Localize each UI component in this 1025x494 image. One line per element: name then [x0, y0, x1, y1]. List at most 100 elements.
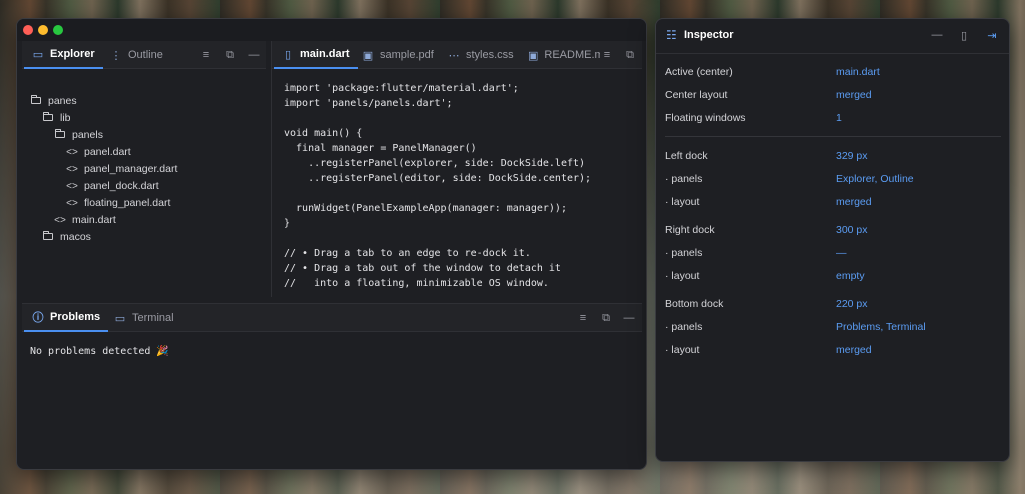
- code-file-icon: <>: [66, 180, 78, 192]
- tab-readme[interactable]: ▣ README.m: [520, 41, 600, 69]
- code-file-icon: <>: [66, 197, 78, 209]
- zoom-window-button[interactable]: [53, 25, 63, 35]
- folder-icon: [42, 230, 54, 243]
- image-icon: ▣: [528, 49, 539, 62]
- inspector-row: · panels Problems, Terminal: [665, 321, 1001, 337]
- close-window-button[interactable]: [23, 25, 33, 35]
- row-key: Floating windows: [665, 112, 746, 124]
- row-value: 329 px: [836, 150, 868, 162]
- row-key: · panels: [665, 321, 703, 333]
- pop-out-icon[interactable]: ⧉: [222, 47, 238, 63]
- tree-item-label: panel.dart: [84, 146, 131, 158]
- row-key: Bottom dock: [665, 298, 724, 310]
- tree-item[interactable]: <> panel.dart: [66, 144, 131, 160]
- pop-out-icon[interactable]: ⧉: [622, 47, 638, 63]
- code-line: // into a floating, minimizable OS windo…: [284, 278, 549, 289]
- sliders-icon: ☷: [666, 28, 677, 42]
- tree-item[interactable]: panes: [30, 93, 77, 109]
- file-icon: ▯: [284, 48, 292, 61]
- tab-outline[interactable]: ⋮ Outline: [102, 41, 171, 69]
- inspector-header-divider: [656, 53, 1009, 54]
- code-file-icon: <>: [54, 214, 66, 226]
- tree-item[interactable]: <> panel_manager.dart: [66, 161, 177, 177]
- tab-label: sample.pdf: [380, 49, 434, 61]
- inspector-row: Floating windows 1: [665, 112, 1001, 128]
- tree-item[interactable]: <> main.dart: [54, 212, 116, 228]
- explorer-tabbar: ▭ Explorer ⋮ Outline ≡ ⧉ —: [22, 41, 266, 69]
- row-value: merged: [836, 89, 872, 101]
- row-value: main.dart: [836, 66, 880, 78]
- inspector-row: Right dock 300 px: [665, 224, 1001, 240]
- tab-label: styles.css: [466, 49, 514, 61]
- terminal-icon: ▭: [114, 312, 126, 325]
- pop-out-icon[interactable]: ⧉: [598, 310, 614, 326]
- tab-label: Explorer: [50, 48, 95, 60]
- stack-icon[interactable]: ≡: [575, 310, 591, 326]
- title-bar[interactable]: [17, 19, 646, 41]
- inspector-row: Left dock 329 px: [665, 150, 1001, 166]
- inspector-row: · layout merged: [665, 344, 1001, 360]
- tree-item-label: panel_dock.dart: [84, 180, 159, 192]
- section-divider: [665, 136, 1001, 137]
- tree-item[interactable]: macos: [42, 229, 91, 245]
- tab-label: README.m: [544, 49, 600, 61]
- outline-icon: ⋮: [110, 49, 122, 62]
- code-line: import 'package:flutter/material.dart';: [284, 83, 519, 94]
- redock-icon[interactable]: ⇥: [984, 27, 1000, 43]
- tree-item[interactable]: <> panel_dock.dart: [66, 178, 159, 194]
- row-key: · layout: [665, 270, 700, 282]
- tab-label: Terminal: [132, 312, 174, 324]
- code-line: final manager = PanelManager(): [284, 143, 477, 154]
- row-value: Problems, Terminal: [836, 321, 926, 333]
- stack-icon[interactable]: ≡: [198, 47, 214, 63]
- code-line: }: [284, 218, 291, 229]
- tab-styles-css[interactable]: ⋯ styles.css: [440, 41, 522, 69]
- tab-problems[interactable]: ⓘ Problems: [24, 304, 109, 332]
- inspector-row: · layout empty: [665, 270, 1001, 286]
- row-key: · layout: [665, 344, 700, 356]
- code-line: void main() {: [284, 128, 363, 139]
- stack-icon[interactable]: ≡: [599, 47, 615, 63]
- inspector-row: Center layout merged: [665, 89, 1001, 105]
- code-file-icon: <>: [66, 163, 78, 175]
- tab-explorer[interactable]: ▭ Explorer: [24, 41, 103, 69]
- code-icon: ⋯: [448, 49, 460, 62]
- minimize-icon[interactable]: —: [929, 27, 945, 43]
- tree-item[interactable]: panels: [54, 127, 103, 143]
- image-icon: ▣: [362, 49, 374, 62]
- row-value: 220 px: [836, 298, 868, 310]
- code-line: // • Drag a tab out of the window to det…: [284, 263, 561, 274]
- minimize-pane-icon[interactable]: —: [246, 47, 262, 63]
- tree-item-label: floating_panel.dart: [84, 197, 171, 209]
- tab-label: Outline: [128, 49, 163, 61]
- inspector-row: Active (center) main.dart: [665, 66, 1001, 82]
- code-line: runWidget(PanelExampleApp(manager: manag…: [284, 203, 567, 214]
- row-key: Active (center): [665, 66, 733, 78]
- tree-item[interactable]: lib: [42, 110, 71, 126]
- minimize-window-button[interactable]: [38, 25, 48, 35]
- inspector-title: Inspector: [684, 29, 734, 41]
- folder-icon: [30, 94, 42, 107]
- tree-item[interactable]: <> floating_panel.dart: [66, 195, 170, 211]
- folder-icon: [42, 111, 54, 124]
- tab-terminal[interactable]: ▭ Terminal: [106, 304, 182, 332]
- tab-main-dart[interactable]: ▯ main.dart: [274, 41, 358, 69]
- tab-sample-pdf[interactable]: ▣ sample.pdf: [354, 41, 442, 69]
- tree-item-label: macos: [60, 231, 91, 243]
- code-editor[interactable]: import 'package:flutter/material.dart'; i…: [284, 81, 591, 291]
- inspector-row: · panels Explorer, Outline: [665, 173, 1001, 189]
- code-line: ..registerPanel(editor, side: DockSide.c…: [284, 173, 592, 184]
- tree-item-label: panels: [72, 129, 103, 141]
- row-value: merged: [836, 196, 872, 208]
- bottom-pane: ⓘ Problems ▭ Terminal ≡ ⧉ — No problems …: [22, 303, 642, 467]
- row-value: 300 px: [836, 224, 868, 236]
- code-line: import 'panels/panels.dart';: [284, 98, 453, 109]
- minimize-pane-icon[interactable]: —: [621, 310, 637, 326]
- row-value: —: [836, 247, 847, 259]
- main-window: ▭ Explorer ⋮ Outline ≡ ⧉ — panes lib pan…: [16, 18, 647, 470]
- inspector-row: · layout merged: [665, 196, 1001, 212]
- device-icon[interactable]: ▯: [956, 27, 972, 43]
